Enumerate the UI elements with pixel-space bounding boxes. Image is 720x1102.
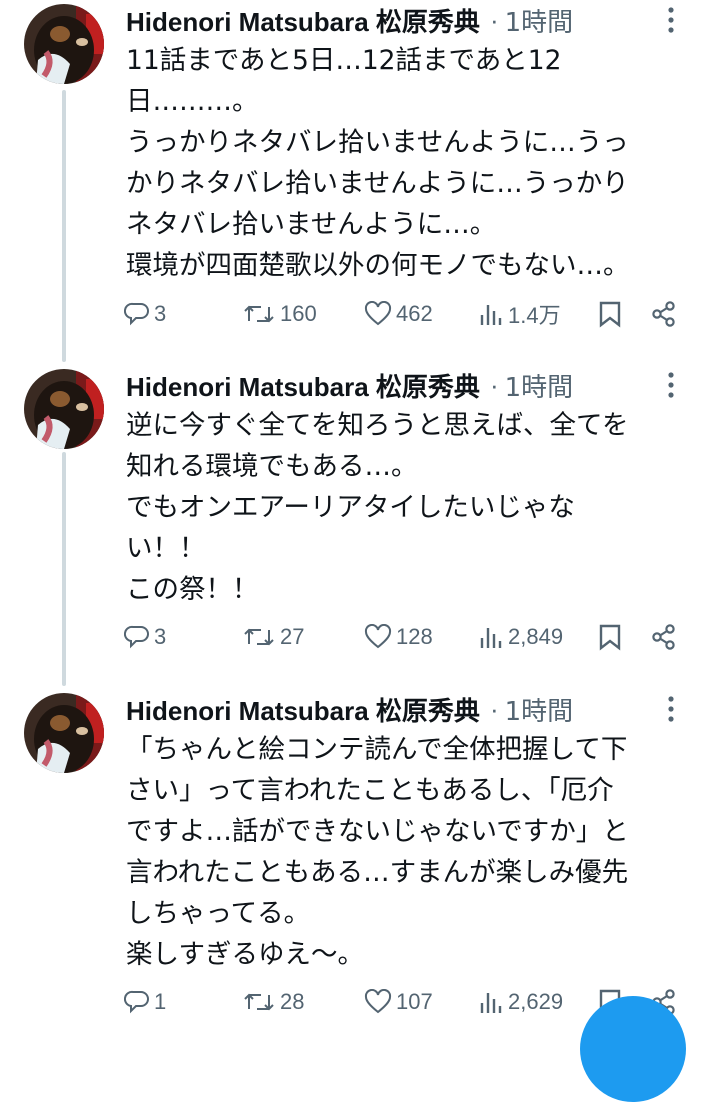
like-count: 128	[396, 624, 433, 649]
share-button[interactable]	[650, 297, 682, 331]
retweet-count: 27	[280, 624, 305, 649]
like-button[interactable]: 128	[364, 620, 433, 654]
tweet-text-line: うっかりネタバレ拾いませんように…うっ	[126, 127, 629, 158]
retweet-count: 160	[280, 301, 317, 326]
retweet-button[interactable]: 27	[242, 620, 304, 654]
retweet-count: 28	[280, 989, 305, 1014]
avatar[interactable]	[24, 369, 104, 449]
reply-button[interactable]: 3	[124, 297, 166, 331]
bookmark-button[interactable]	[598, 297, 626, 331]
views-count: 1.4万	[508, 303, 561, 328]
tweet-header: Hidenori Matsubara 松原秀典 · 1時間	[126, 0, 702, 40]
more-icon[interactable]	[668, 6, 674, 34]
tweet-text-line: 11話まであと5日…12話まであと12	[126, 45, 562, 76]
avatar[interactable]	[24, 693, 104, 773]
tweet-text-line: さい」って言われたこともあるし、「厄介	[126, 775, 614, 806]
tweet-text-line: この祭！！	[126, 574, 259, 605]
tweet-text-line: 知れる環境でもある…。	[126, 451, 418, 482]
views-button[interactable]: 2,629	[478, 985, 563, 1019]
tweet-text-line: ですよ…話ができないじゃないですか」と	[126, 816, 629, 847]
retweet-icon	[244, 628, 274, 646]
action-bar: 3 27 128 2,849	[124, 620, 694, 654]
retweet-button[interactable]: 160	[242, 297, 317, 331]
retweet-icon	[244, 993, 274, 1011]
bookmark-button[interactable]	[598, 620, 626, 654]
tweet-text-line: 言われたこともある…すまんが楽しみ優先	[126, 857, 629, 888]
author-name[interactable]: Hidenori Matsubara 松原秀典	[126, 2, 480, 39]
tweet-text: 「ちゃんと絵コンテ読んで全体把握して下 さい」って言われたこともあるし、「厄介 …	[126, 729, 700, 975]
bookmark-icon	[599, 301, 621, 328]
timestamp[interactable]: 1時間	[505, 691, 574, 728]
views-count: 2,629	[508, 989, 564, 1014]
bookmark-icon	[599, 624, 621, 651]
heart-icon	[364, 989, 392, 1014]
tweet-text-line: い！！	[126, 533, 206, 564]
share-icon	[652, 624, 675, 650]
tweet-text-line: かりネタバレ拾いませんように…うっかり	[126, 168, 629, 199]
author-name[interactable]: Hidenori Matsubara 松原秀典	[126, 367, 480, 404]
reply-button[interactable]: 3	[124, 620, 166, 654]
tweet-header: Hidenori Matsubara 松原秀典 · 1時間	[126, 365, 702, 405]
tweet-text-line: 逆に今すぐ全てを知ろうと思えば、全てを	[126, 410, 629, 441]
views-icon	[480, 305, 502, 325]
like-button[interactable]: 107	[364, 985, 433, 1019]
tweet[interactable]: Hidenori Matsubara 松原秀典 · 1時間 逆に今すぐ全てを知ろ…	[0, 365, 720, 675]
share-button[interactable]	[650, 620, 682, 654]
like-count: 107	[396, 989, 433, 1014]
reply-count: 1	[154, 989, 167, 1014]
reply-count: 3	[154, 301, 167, 326]
reply-icon	[124, 625, 149, 649]
views-button[interactable]: 1.4万	[478, 297, 561, 331]
tweet-text: 11話まであと5日…12話まであと12 日………。 うっかりネタバレ拾いませんよ…	[126, 40, 700, 286]
tweet-text-line: でもオンエアーリアタイしたいじゃな	[126, 492, 575, 523]
separator-dot: ·	[489, 4, 499, 35]
retweet-button[interactable]: 28	[242, 985, 304, 1019]
views-button[interactable]: 2,849	[478, 620, 563, 654]
tweet-text-line: 「ちゃんと絵コンテ読んで全体把握して下	[126, 734, 628, 765]
tweet-text-line: しちゃってる。	[126, 898, 311, 929]
action-bar: 3 160 462 1.4万	[124, 297, 694, 331]
views-icon	[480, 628, 502, 648]
separator-dot: ·	[489, 369, 499, 400]
avatar[interactable]	[24, 4, 104, 84]
tweet-text: 逆に今すぐ全てを知ろうと思えば、全てを 知れる環境でもある…。 でもオンエアーリ…	[126, 405, 700, 610]
tweet[interactable]: Hidenori Matsubara 松原秀典 · 1時間 11話まであと5日……	[0, 0, 720, 350]
timestamp[interactable]: 1時間	[505, 367, 574, 404]
more-icon[interactable]	[668, 695, 674, 723]
author-name[interactable]: Hidenori Matsubara 松原秀典	[126, 691, 480, 728]
tweet-text-line: ネタバレ拾いませんように…。	[126, 209, 497, 240]
more-icon[interactable]	[668, 371, 674, 399]
tweet[interactable]: Hidenori Matsubara 松原秀典 · 1時間 「ちゃんと絵コンテ読…	[0, 689, 720, 1033]
tweet-text-line: 日………。	[126, 86, 259, 117]
share-icon	[652, 301, 675, 327]
reply-icon	[124, 990, 149, 1014]
reply-button[interactable]: 1	[124, 985, 166, 1019]
separator-dot: ·	[489, 693, 499, 724]
heart-icon	[364, 301, 392, 326]
tweet-text-line: 楽しすぎるゆえ〜。	[126, 939, 364, 970]
reply-count: 3	[154, 624, 167, 649]
tweet-text-line: 環境が四面楚歌以外の何モノでもない…。	[126, 250, 630, 281]
views-count: 2,849	[508, 624, 564, 649]
timestamp[interactable]: 1時間	[505, 2, 574, 39]
retweet-icon	[244, 305, 274, 323]
like-button[interactable]: 462	[364, 297, 433, 331]
views-icon	[480, 993, 502, 1013]
like-count: 462	[396, 301, 433, 326]
heart-icon	[364, 624, 392, 649]
tweet-header: Hidenori Matsubara 松原秀典 · 1時間	[126, 689, 702, 729]
compose-fab[interactable]	[580, 996, 686, 1102]
reply-icon	[124, 302, 149, 326]
